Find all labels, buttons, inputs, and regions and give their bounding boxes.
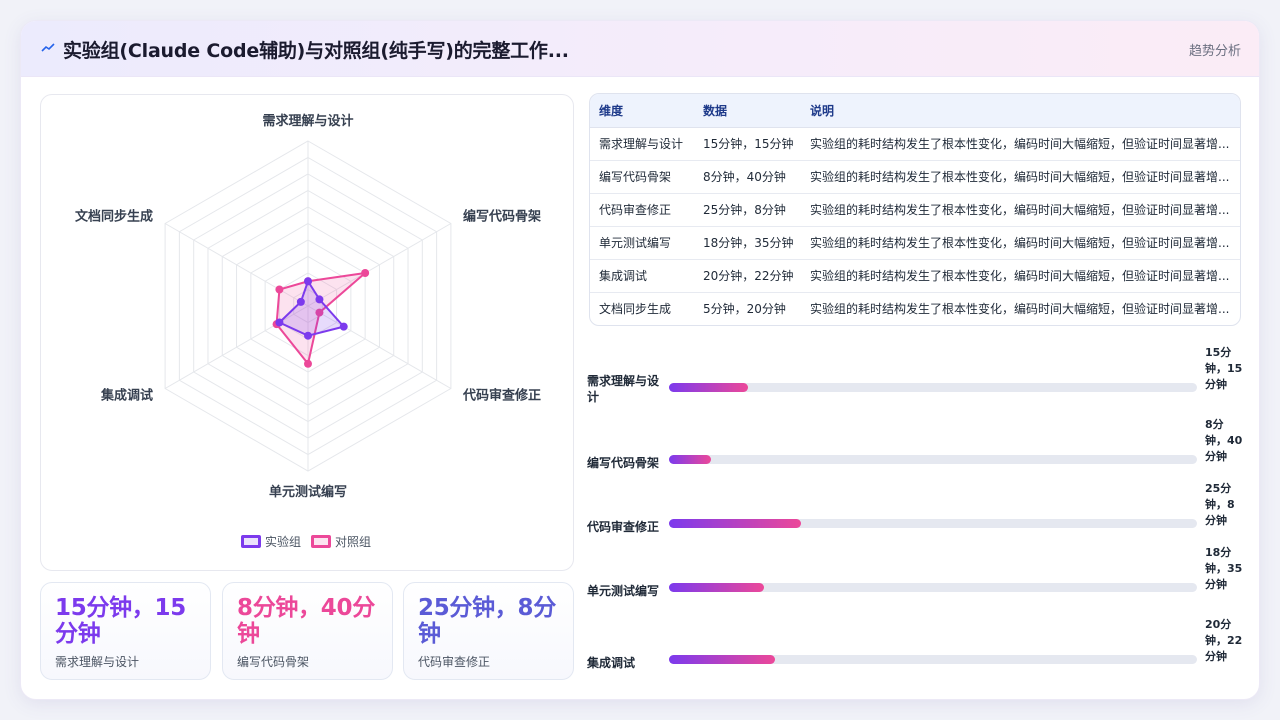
page-title: 实验组(Claude Code辅助)与对照组(纯手写)的完整工作...	[63, 40, 569, 62]
legend-item-control[interactable]: 对照组	[311, 533, 371, 550]
stat-card-2: 8分钟，40分钟 编写代码骨架	[222, 582, 393, 680]
header-bar: 实验组(Claude Code辅助)与对照组(纯手写)的完整工作... 趋势分析	[21, 21, 1259, 77]
trend-analysis-link[interactable]: 趋势分析	[1189, 40, 1241, 59]
radar-chart-panel: 需求理解与设计编写代码骨架 代码审查修正单元测试编写 集成调试 文档同步生成 实验组 …	[40, 94, 574, 571]
table-cell: 实验组的耗时结构发生了根本性变化，编码时间大幅缩短，但验证时间显著增...	[801, 193, 1240, 227]
chart-legend: 实验组 对照组	[241, 533, 371, 550]
data-table: 维度 数据 说明 需求理解与设计 15分钟，15分钟 实验组的耗时结构发生了根本…	[589, 93, 1241, 326]
table-row: 集成调试 20分钟，22分钟 实验组的耗时结构发生了根本性变化，编码时间大幅缩短…	[590, 259, 1240, 293]
stat-card-1: 15分钟，15分钟 需求理解与设计	[40, 582, 211, 680]
radar-point-experiment[interactable]	[339, 322, 348, 331]
radar-axis-label: 代码审查修正	[462, 388, 541, 404]
bar-label: 需求理解与设计	[587, 374, 660, 404]
stat-label-1: 需求理解与设计	[55, 655, 140, 669]
table-cell: 实验组的耗时结构发生了根本性变化，编码时间大幅缩短，但验证时间显著增...	[801, 226, 1240, 260]
table-row: 文档同步生成 5分钟，20分钟 实验组的耗时结构发生了根本性变化，编码时间大幅缩…	[590, 292, 1240, 325]
dashboard-card: 实验组(Claude Code辅助)与对照组(纯手写)的完整工作... 趋势分析…	[20, 20, 1260, 700]
stat-card-3: 25分钟，8分钟 代码审查修正	[403, 582, 574, 680]
radar-point-experiment[interactable]	[296, 297, 305, 306]
bar[interactable]	[669, 655, 775, 664]
stat-label-3: 代码审查修正	[418, 655, 491, 669]
bar-label: 编写代码骨架	[587, 456, 660, 470]
table-cell: 代码审查修正	[590, 193, 694, 227]
radar-axis-label: 文档同步生成	[75, 209, 153, 225]
legend-item-experiment[interactable]: 实验组	[241, 533, 301, 550]
table-cell: 实验组的耗时结构发生了根本性变化，编码时间大幅缩短，但验证时间显著增...	[810, 302, 1230, 317]
radar-point-experiment[interactable]	[304, 277, 312, 286]
stat-label-2: 编写代码骨架	[237, 655, 310, 669]
table-row: 代码审查修正 25分钟，8分钟 实验组的耗时结构发生了根本性变化，编码时间大幅缩…	[590, 193, 1240, 227]
table-cell: 20分钟，22分钟	[694, 259, 801, 293]
radar-chart: 需求理解与设计编写代码骨架代码审查修正单元测试编写 集成调试 文档同步生成	[75, 113, 541, 500]
table-header-row: 维度 数据 说明	[590, 94, 1240, 128]
table-row: 需求理解与设计 15分钟，15分钟 实验组的耗时结构发生了根本性变化，编码时间大…	[590, 127, 1240, 161]
bar-track	[669, 519, 1197, 528]
stat-value-2: 8分钟，40分钟	[237, 595, 375, 647]
table-row: 单元测试编写 18分钟，35分钟 实验组的耗时结构发生了根本性变化，编码时间大幅…	[590, 226, 1240, 260]
bar-value-label: 20分钟，22分钟	[1205, 618, 1243, 663]
horizontal-bar-chart: 需求理解与设计 15分钟，15分钟编写代码骨架 8分钟，40分钟代码审查修正 25分钟…	[587, 339, 1247, 699]
legend-swatch-experiment	[241, 535, 261, 548]
legend-swatch-control	[311, 535, 332, 548]
table-header-description: 说明	[801, 94, 1240, 128]
radar-axis-label: 编写代码骨架	[463, 209, 541, 225]
bar[interactable]	[669, 383, 749, 392]
radar-axis-label: 集成调试	[100, 388, 153, 404]
bar-label: 集成调试	[587, 656, 636, 670]
radar-point-control[interactable]	[361, 269, 370, 277]
stat-value-1: 15分钟，15分钟	[55, 595, 186, 647]
bar-label: 单元测试编写	[587, 584, 660, 598]
bar-track	[669, 655, 1197, 664]
table-cell: 实验组的耗时结构发生了根本性变化，编码时间大幅缩短，但验证时间显著增...	[801, 160, 1240, 194]
table-row: 编写代码骨架 8分钟，40分钟 实验组的耗时结构发生了根本性变化，编码时间大幅缩…	[590, 160, 1240, 194]
table-header-data: 数据	[694, 94, 801, 128]
bar-value-label: 18分钟，35分钟	[1205, 546, 1243, 591]
bar-value-label: 8分钟，40分钟	[1205, 418, 1243, 463]
legend-label-control: 对照组	[335, 535, 372, 549]
table-header-dimension: 维度	[590, 94, 694, 128]
radar-axis-label: 需求理解与设计	[262, 113, 353, 129]
table-cell: 8分钟，40分钟	[694, 160, 801, 194]
radar-point-experiment[interactable]	[315, 295, 324, 304]
radar-series	[272, 269, 370, 368]
table-cell: 实验组的耗时结构发生了根本性变化，编码时间大幅缩短，但验证时间显著增...	[801, 259, 1240, 293]
radar-point-experiment[interactable]	[304, 331, 312, 340]
table-cell: 文档同步生成	[599, 302, 672, 317]
table-cell: 编写代码骨架	[590, 160, 694, 194]
bar-track	[669, 583, 1197, 592]
bar-value-label: 15分钟，15分钟	[1205, 346, 1243, 391]
table-cell: 25分钟，8分钟	[694, 193, 801, 227]
table-cell: 单元测试编写	[590, 226, 694, 260]
radar-axis-label: 单元测试编写	[269, 484, 347, 500]
bar[interactable]	[669, 519, 801, 528]
radar-point-experiment[interactable]	[275, 318, 284, 327]
bar-track	[669, 455, 1197, 464]
table-cell: 5分钟，20分钟	[703, 302, 786, 317]
bar[interactable]	[669, 583, 765, 592]
bar[interactable]	[669, 455, 712, 464]
table-cell: 18分钟，35分钟	[694, 226, 801, 260]
table-cell: 实验组的耗时结构发生了根本性变化，编码时间大幅缩短，但验证时间显著增...	[801, 127, 1240, 161]
table-cell: 需求理解与设计	[590, 127, 694, 161]
bar-track	[669, 383, 1197, 392]
legend-label-experiment: 实验组	[265, 535, 302, 549]
radar-point-control[interactable]	[304, 359, 312, 368]
table-cell: 15分钟，15分钟	[694, 127, 801, 161]
stat-value-3: 25分钟，8分钟	[418, 595, 556, 647]
bar-value-label: 25分钟，8分钟	[1205, 482, 1235, 527]
trend-line-icon	[41, 43, 55, 52]
bar-label: 代码审查修正	[587, 520, 660, 534]
radar-point-control[interactable]	[275, 285, 284, 294]
table-cell: 集成调试	[590, 259, 694, 293]
